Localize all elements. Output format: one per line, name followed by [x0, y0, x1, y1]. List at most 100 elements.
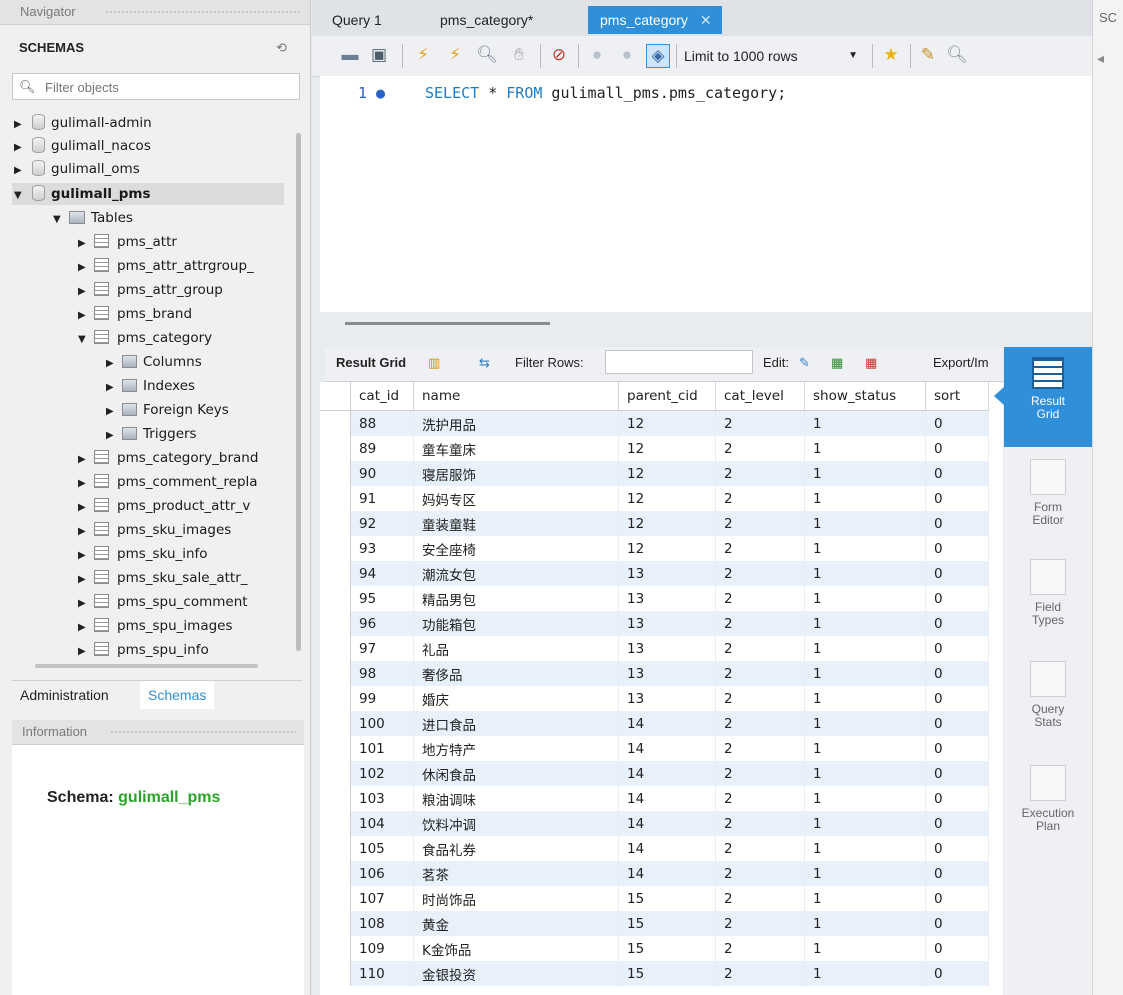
cell-sort[interactable]: 0 — [925, 410, 989, 436]
row-selector[interactable] — [320, 761, 351, 786]
open-file-icon[interactable]: ▬ — [339, 44, 361, 66]
save-icon[interactable]: ▣ — [368, 44, 390, 66]
cell-cat-id[interactable]: 90 — [350, 461, 414, 486]
cell-show-status[interactable]: 1 — [804, 861, 926, 886]
table-row[interactable]: 93 安全座椅 12 2 1 0 — [320, 536, 989, 561]
explain-icon[interactable]: 🔍︎ — [476, 44, 498, 66]
cell-sort[interactable]: 0 — [925, 911, 989, 936]
cell-parent-cid[interactable]: 12 — [618, 486, 716, 511]
cell-sort[interactable]: 0 — [925, 686, 989, 711]
row-selector[interactable] — [320, 836, 351, 861]
cell-parent-cid[interactable]: 14 — [618, 811, 716, 836]
cell-show-status[interactable]: 1 — [804, 736, 926, 761]
rollback-icon[interactable]: ● — [616, 44, 638, 66]
collapse-arrow-icon[interactable]: ▶ — [78, 304, 92, 328]
collapse-arrow-icon[interactable]: ▶ — [78, 520, 92, 544]
refresh-rows-icon[interactable]: ⇆ — [479, 355, 490, 371]
cell-sort[interactable]: 0 — [925, 536, 989, 561]
cell-show-status[interactable]: 1 — [804, 961, 926, 986]
filter-rows-input[interactable] — [605, 350, 753, 374]
cell-cat-level[interactable]: 2 — [715, 711, 805, 736]
execute-icon[interactable]: ⚡ — [412, 44, 434, 66]
cell-cat-id[interactable]: 99 — [350, 686, 414, 711]
row-selector[interactable] — [320, 886, 351, 911]
cell-show-status[interactable]: 1 — [804, 711, 926, 736]
cell-cat-level[interactable]: 2 — [715, 536, 805, 561]
cell-cat-level[interactable]: 2 — [715, 836, 805, 861]
cell-parent-cid[interactable]: 13 — [618, 636, 716, 661]
beautify-icon[interactable]: ✎ — [917, 44, 939, 66]
cell-sort[interactable]: 0 — [925, 561, 989, 586]
edit-cell-icon[interactable]: ✎ — [799, 355, 810, 371]
cell-cat-id[interactable]: 100 — [350, 711, 414, 736]
table-row[interactable]: 107 时尚饰品 15 2 1 0 — [320, 886, 989, 911]
col-header-parent-cid[interactable]: parent_cid — [618, 382, 716, 411]
cell-cat-level[interactable]: 2 — [715, 511, 805, 536]
export-label[interactable]: Export/Im — [933, 355, 989, 370]
table-row[interactable]: 102 休闲食品 14 2 1 0 — [320, 761, 989, 786]
tab-query-1[interactable]: Query 1 — [332, 6, 382, 34]
table-row[interactable]: 98 奢侈品 13 2 1 0 — [320, 661, 989, 686]
cell-sort[interactable]: 0 — [925, 586, 989, 611]
cell-cat-id[interactable]: 93 — [350, 536, 414, 561]
row-selector[interactable] — [320, 811, 351, 836]
cell-sort[interactable]: 0 — [925, 961, 989, 986]
cell-name[interactable]: 地方特产 — [413, 736, 619, 761]
cell-cat-level[interactable]: 2 — [715, 686, 805, 711]
refresh-icon[interactable]: ⟲ — [276, 40, 287, 56]
query-stats-button[interactable]: Query Stats — [1004, 661, 1092, 729]
cell-name[interactable]: 金银投资 — [413, 961, 619, 986]
cell-show-status[interactable]: 1 — [804, 936, 926, 961]
table-row[interactable]: 103 粮油调味 14 2 1 0 — [320, 786, 989, 811]
cell-cat-level[interactable]: 2 — [715, 861, 805, 886]
table-row[interactable]: 101 地方特产 14 2 1 0 — [320, 736, 989, 761]
delete-row-icon[interactable]: ▦ — [865, 355, 877, 371]
navigator-horizontal-scrollbar[interactable] — [35, 664, 258, 668]
col-header-sort[interactable]: sort — [925, 382, 989, 411]
table-row[interactable]: 109 K金饰品 15 2 1 0 — [320, 936, 989, 961]
tree-table-pms-spu-info[interactable]: ▶ pms_spu_info — [78, 638, 209, 662]
cell-cat-level[interactable]: 2 — [715, 410, 805, 436]
cell-sort[interactable]: 0 — [925, 461, 989, 486]
field-types-button[interactable]: Field Types — [1004, 559, 1092, 627]
cell-show-status[interactable]: 1 — [804, 761, 926, 786]
expand-arrow-icon[interactable]: ▼ — [78, 328, 92, 352]
cell-name[interactable]: K金饰品 — [413, 936, 619, 961]
cell-name[interactable]: 精品男包 — [413, 586, 619, 611]
col-header-name[interactable]: name — [413, 382, 619, 411]
cell-parent-cid[interactable]: 14 — [618, 786, 716, 811]
col-header-cat-id[interactable]: cat_id — [350, 382, 414, 411]
cell-name[interactable]: 功能箱包 — [413, 611, 619, 636]
cell-name[interactable]: 安全座椅 — [413, 536, 619, 561]
table-row[interactable]: 92 童装童鞋 12 2 1 0 — [320, 511, 989, 536]
cell-sort[interactable]: 0 — [925, 836, 989, 861]
table-row[interactable]: 95 精品男包 13 2 1 0 — [320, 586, 989, 611]
cell-parent-cid[interactable]: 13 — [618, 661, 716, 686]
cell-cat-id[interactable]: 107 — [350, 886, 414, 911]
sql-editor[interactable]: 1 ● SELECT * FROM gulimall_pms.pms_categ… — [320, 76, 1092, 312]
cell-parent-cid[interactable]: 13 — [618, 586, 716, 611]
cell-parent-cid[interactable]: 14 — [618, 711, 716, 736]
cell-show-status[interactable]: 1 — [804, 811, 926, 836]
add-snippet-icon[interactable]: ★ — [880, 44, 902, 66]
cell-parent-cid[interactable]: 12 — [618, 461, 716, 486]
cell-parent-cid[interactable]: 13 — [618, 686, 716, 711]
tab-pms-category[interactable]: pms_category ✕ — [588, 6, 722, 34]
cell-cat-id[interactable]: 108 — [350, 911, 414, 936]
row-selector[interactable] — [320, 486, 351, 511]
row-selector[interactable] — [320, 661, 351, 686]
filter-objects-input[interactable] — [43, 77, 297, 98]
cell-cat-level[interactable]: 2 — [715, 611, 805, 636]
cell-show-status[interactable]: 1 — [804, 636, 926, 661]
cell-parent-cid[interactable]: 12 — [618, 511, 716, 536]
cell-cat-level[interactable]: 2 — [715, 561, 805, 586]
expand-arrow-icon[interactable]: ▼ — [14, 184, 28, 208]
row-selector[interactable] — [320, 586, 351, 611]
row-selector[interactable] — [320, 611, 351, 636]
cell-show-status[interactable]: 1 — [804, 611, 926, 636]
collapse-arrow-icon[interactable]: ▶ — [106, 424, 120, 448]
collapse-arrow-icon[interactable]: ▶ — [14, 159, 28, 183]
cell-name[interactable]: 童装童鞋 — [413, 511, 619, 536]
cell-show-status[interactable]: 1 — [804, 786, 926, 811]
table-row[interactable]: 89 童车童床 12 2 1 0 — [320, 436, 989, 461]
